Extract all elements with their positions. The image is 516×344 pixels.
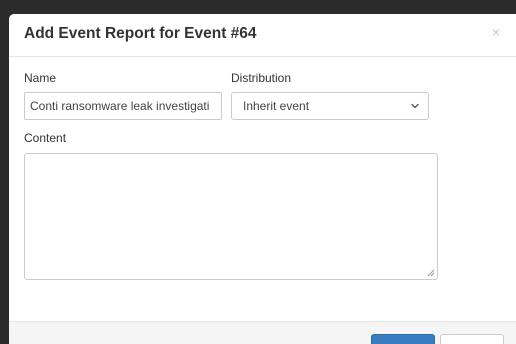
distribution-select-value: Inherit event <box>243 99 310 113</box>
name-input[interactable]: Conti ransomware leak investigati <box>24 92 222 120</box>
add-event-report-modal: Add Event Report for Event #64 × Name Co… <box>9 14 516 344</box>
modal-title: Add Event Report for Event #64 <box>24 25 257 42</box>
name-label: Name <box>24 71 57 85</box>
distribution-select[interactable]: Inherit event <box>231 92 429 120</box>
content-label: Content <box>24 131 67 145</box>
modal-footer <box>9 321 516 344</box>
chevron-down-icon <box>411 103 419 109</box>
resize-handle-icon[interactable] <box>427 269 435 277</box>
name-input-value: Conti ransomware leak investigati <box>30 99 210 113</box>
modal-header: Add Event Report for Event #64 × <box>9 14 516 57</box>
distribution-label: Distribution <box>231 71 292 85</box>
content-textarea[interactable] <box>24 153 438 280</box>
close-icon[interactable]: × <box>492 25 500 39</box>
